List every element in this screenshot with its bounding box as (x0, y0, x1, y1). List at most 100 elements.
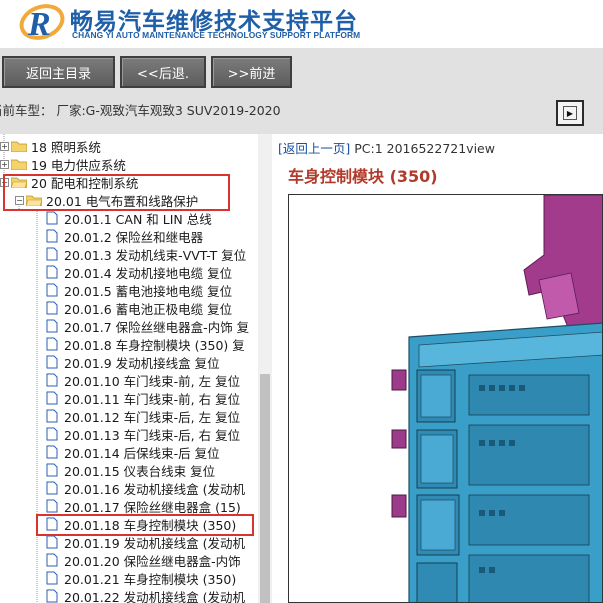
page-info: PC:1 2016522721view (350, 141, 495, 156)
document-icon (46, 301, 58, 315)
current-vehicle-label: 当前车型： 厂家:G-观致汽车观致3 SUV2019-2020 (0, 103, 281, 118)
tree-doc-item[interactable]: 20.01.8 车身控制模块 (350) 复 (46, 335, 245, 353)
collapse-icon[interactable]: − (15, 195, 24, 205)
component-diagram (288, 194, 603, 603)
tree-item-label: 20.01.5 蓄电池接地电缆 复位 (64, 283, 233, 299)
tree-doc-item[interactable]: 20.01.4 发动机接地电缆 复位 (46, 263, 232, 281)
tree-doc-item[interactable]: 20.01.6 蓄电池正极电缆 复位 (46, 299, 232, 317)
tree-doc-item[interactable]: 20.01.16 发动机接线盒 (发动机 (46, 479, 245, 497)
tree-item-label: 20.01.22 发动机接线盒 (发动机 (64, 589, 245, 603)
tree-item-label: 20.01.21 车身控制模块 (350) (64, 571, 237, 587)
tree-doc-item[interactable]: 20.01.9 发动机接线盒 复位 (46, 353, 220, 371)
document-icon (46, 265, 58, 279)
arrow-right-icon: ▶ (563, 106, 577, 120)
breadcrumb: [返回上一页] PC:1 2016522721view (278, 138, 495, 157)
tree-doc-item[interactable]: 20.01.17 保险丝继电器盒 (15) (46, 497, 241, 515)
tree-doc-item[interactable]: 20.01.2 保险丝和继电器 (46, 227, 203, 245)
tree-item-label: 19 电力供应系统 (31, 157, 126, 173)
tree-doc-item[interactable]: 20.01.10 车门线束-前, 左 复位 (46, 371, 240, 389)
folder-icon (11, 141, 27, 152)
back-page-link[interactable]: [返回上一页] (278, 141, 350, 156)
tree-item-label: 20.01.2 保险丝和继电器 (64, 229, 204, 245)
tree-doc-item[interactable]: 20.01.19 发动机接线盒 (发动机 (46, 533, 245, 551)
tree-doc-item[interactable]: 20.01.21 车身控制模块 (350) (46, 569, 236, 587)
tree-doc-item[interactable]: 20.01.1 CAN 和 LIN 总线 (46, 209, 212, 227)
folder-open-icon (26, 195, 42, 206)
tree-item-label: 20.01.10 车门线束-前, 左 复位 (64, 373, 241, 389)
document-icon (46, 499, 58, 513)
tree-item-19[interactable]: + 19 电力供应系统 (0, 155, 126, 173)
panel-toggle-button[interactable]: ▶ (556, 100, 584, 126)
tree-doc-item[interactable]: 20.01.13 车门线束-后, 右 复位 (46, 425, 240, 443)
tree-item-label: 20.01.4 发动机接地电缆 复位 (64, 265, 233, 281)
expand-icon[interactable]: + (0, 159, 9, 169)
tree-doc-item[interactable]: 20.01.11 车门线束-前, 右 复位 (46, 389, 240, 407)
tree-item-label: 20.01.3 发动机线束-VVT-T 复位 (64, 247, 247, 263)
document-icon (46, 283, 58, 297)
document-icon (46, 211, 58, 225)
app-header: R 畅易汽车维修技术支持平台 CHANG YI AUTO MAINTENANCE… (0, 0, 603, 48)
tree-item-label: 20.01.19 发动机接线盒 (发动机 (64, 535, 245, 551)
content-panel: [返回上一页] PC:1 2016522721view 车身控制模块 (350) (276, 134, 603, 603)
tree-panel: + 18 照明系统 + 19 电力供应系统 − 20 配电和控制系统 − 20.… (0, 134, 272, 603)
tree-item-20[interactable]: − 20 配电和控制系统 (0, 173, 138, 191)
tree-doc-item-selected[interactable]: 20.01.18 车身控制模块 (350) (46, 515, 236, 533)
tree-item-18[interactable]: + 18 照明系统 (0, 137, 101, 155)
tree-item-label: 20.01.16 发动机接线盒 (发动机 (64, 481, 245, 497)
folder-open-icon (11, 177, 27, 188)
tree-item-label: 20.01.8 车身控制模块 (350) 复 (64, 337, 245, 353)
document-icon (46, 571, 58, 585)
document-icon (46, 391, 58, 405)
tree-item-label: 18 照明系统 (31, 139, 101, 155)
document-icon (46, 517, 58, 531)
tree-doc-item[interactable]: 20.01.12 车门线束-后, 左 复位 (46, 407, 240, 425)
home-button[interactable]: 返回主目录 (2, 56, 115, 88)
brand-logo-icon: R (19, 4, 65, 43)
vehicle-bar: 当前车型： 厂家:G-观致汽车观致3 SUV2019-2020 ▶ (0, 96, 603, 134)
tree-doc-item[interactable]: 20.01.20 保险丝继电器盒-内饰 (46, 551, 241, 569)
tree-item-label: 20.01.15 仪表台线束 复位 (64, 463, 216, 479)
scrollbar-thumb[interactable] (260, 374, 270, 603)
tree-doc-item[interactable]: 20.01.22 发动机接线盒 (发动机 (46, 587, 245, 603)
tree-item-label: 20.01 电气布置和线路保护 (46, 193, 199, 209)
tree-item-label: 20.01.9 发动机接线盒 复位 (64, 355, 220, 371)
body-control-module-illustration (391, 195, 602, 602)
tree-item-label: 20.01.13 车门线束-后, 右 复位 (64, 427, 241, 443)
tree-item-20-01[interactable]: − 20.01 电气布置和线路保护 (15, 191, 198, 209)
tree-item-label: 20.01.12 车门线束-后, 左 复位 (64, 409, 241, 425)
tree-scrollbar[interactable] (258, 134, 272, 603)
document-icon (46, 247, 58, 261)
document-icon (46, 553, 58, 567)
collapse-icon[interactable]: − (0, 177, 9, 187)
tree-item-label: 20.01.20 保险丝继电器盒-内饰 (64, 553, 241, 569)
tree-item-label: 20.01.18 车身控制模块 (350) (64, 517, 237, 533)
tree-doc-item[interactable]: 20.01.7 保险丝继电器盒-内饰 复 (46, 317, 249, 335)
svg-text:R: R (27, 6, 51, 43)
page-title: 车身控制模块 (350) (288, 167, 438, 186)
document-icon (46, 373, 58, 387)
tree-item-label: 20.01.6 蓄电池正极电缆 复位 (64, 301, 233, 317)
document-icon (46, 319, 58, 333)
document-icon (46, 409, 58, 423)
tree-item-label: 20.01.7 保险丝继电器盒-内饰 复 (64, 319, 250, 335)
document-icon (46, 337, 58, 351)
document-icon (46, 445, 58, 459)
tree-doc-item[interactable]: 20.01.3 发动机线束-VVT-T 复位 (46, 245, 246, 263)
document-icon (46, 535, 58, 549)
tree-doc-item[interactable]: 20.01.5 蓄电池接地电缆 复位 (46, 281, 232, 299)
tree-doc-item[interactable]: 20.01.14 后保线束-后 复位 (46, 443, 220, 461)
tree-item-label: 20.01.1 CAN 和 LIN 总线 (64, 211, 212, 227)
back-button[interactable]: <<后退. (120, 56, 206, 88)
document-icon (46, 427, 58, 441)
tree-item-label: 20 配电和控制系统 (31, 175, 139, 191)
tree-doc-item[interactable]: 20.01.15 仪表台线束 复位 (46, 461, 215, 479)
forward-button[interactable]: >>前进 (211, 56, 292, 88)
document-icon (46, 229, 58, 243)
document-icon (46, 463, 58, 477)
brand-subtitle: CHANG YI AUTO MAINTENANCE TECHNOLOGY SUP… (72, 30, 361, 40)
tree-item-label: 20.01.11 车门线束-前, 右 复位 (64, 391, 241, 407)
document-icon (46, 355, 58, 369)
nav-toolbar: 返回主目录 <<后退. >>前进 (0, 48, 603, 96)
document-icon (46, 589, 58, 603)
expand-icon[interactable]: + (0, 141, 9, 151)
